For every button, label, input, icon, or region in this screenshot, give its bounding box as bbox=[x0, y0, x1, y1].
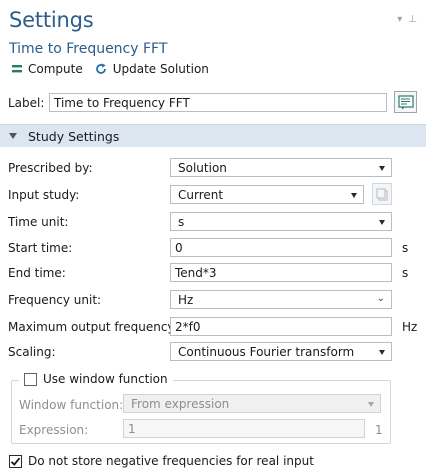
node-subtitle: Time to Frequency FFT bbox=[9, 41, 168, 57]
frequency-unit-select[interactable]: Hz ⌄ bbox=[170, 290, 392, 309]
copy-icon bbox=[376, 188, 388, 200]
end-time-label: End time: bbox=[8, 266, 66, 280]
use-window-function-checkbox-row[interactable]: Use window function bbox=[19, 372, 173, 386]
refresh-icon bbox=[95, 63, 106, 74]
update-solution-label: Update Solution bbox=[112, 62, 209, 76]
frequency-unit-value: Hz bbox=[178, 292, 194, 307]
start-time-label: Start time: bbox=[8, 241, 73, 255]
dropdown-arrow-icon bbox=[368, 402, 374, 407]
start-time-input[interactable]: 0 bbox=[170, 238, 392, 257]
input-study-goto-button[interactable] bbox=[372, 183, 392, 205]
checkmark-icon bbox=[10, 457, 21, 466]
time-unit-select[interactable]: s bbox=[170, 212, 392, 231]
start-time-unit: s bbox=[402, 241, 409, 255]
label-field-label: Label: bbox=[8, 96, 45, 110]
input-study-label: Input study: bbox=[8, 188, 80, 202]
label-input[interactable]: Time to Frequency FFT bbox=[49, 93, 387, 112]
use-window-function-label: Use window function bbox=[43, 372, 168, 386]
expression-label: Expression: bbox=[19, 423, 89, 437]
dropdown-arrow-icon bbox=[379, 350, 385, 355]
prescribed-by-value: Solution bbox=[178, 160, 227, 175]
window-controls: ▾ ⊥ bbox=[397, 14, 417, 25]
prescribed-by-label: Prescribed by: bbox=[8, 161, 93, 175]
compute-button[interactable]: Compute bbox=[12, 62, 83, 76]
negative-frequencies-checkbox[interactable] bbox=[9, 454, 22, 468]
time-unit-label: Time unit: bbox=[8, 215, 69, 229]
negative-frequencies-checkbox-row[interactable]: Do not store negative frequencies for re… bbox=[9, 454, 314, 468]
max-output-frequency-input[interactable]: 2*f0 bbox=[170, 317, 392, 336]
update-solution-button[interactable]: Update Solution bbox=[95, 62, 209, 76]
page-title: Settings bbox=[9, 8, 94, 32]
negative-frequencies-label: Do not store negative frequencies for re… bbox=[28, 454, 314, 468]
collapse-triangle-icon bbox=[9, 133, 17, 139]
input-study-select[interactable]: Current bbox=[170, 185, 364, 204]
window-function-value: From expression bbox=[131, 396, 230, 411]
max-output-frequency-label: Maximum output frequency: bbox=[8, 320, 178, 334]
compute-label: Compute bbox=[28, 62, 83, 76]
toolbar: Compute Update Solution bbox=[12, 62, 209, 76]
section-title: Study Settings bbox=[28, 128, 120, 144]
scaling-select[interactable]: Continuous Fourier transform bbox=[170, 342, 392, 361]
window-function-select[interactable]: From expression bbox=[123, 394, 381, 413]
chevron-down-icon: ⌄ bbox=[376, 293, 385, 304]
dropdown-icon[interactable]: ▾ bbox=[397, 14, 402, 25]
end-time-unit: s bbox=[402, 266, 409, 280]
dropdown-arrow-icon bbox=[351, 193, 357, 198]
end-time-input[interactable]: Tend*3 bbox=[170, 263, 392, 282]
window-function-label: Window function: bbox=[19, 398, 124, 412]
expression-unit: 1 bbox=[375, 423, 383, 437]
time-unit-value: s bbox=[178, 214, 185, 229]
prescribed-by-select[interactable]: Solution bbox=[170, 158, 392, 177]
pin-icon[interactable]: ⊥ bbox=[408, 14, 417, 25]
study-settings-section[interactable]: Study Settings bbox=[0, 124, 426, 147]
scaling-label: Scaling: bbox=[8, 345, 56, 359]
input-study-value: Current bbox=[178, 187, 224, 202]
frequency-unit-label: Frequency unit: bbox=[8, 293, 102, 307]
max-output-frequency-unit: Hz bbox=[402, 320, 418, 334]
equals-icon bbox=[12, 65, 22, 73]
label-edit-button[interactable] bbox=[394, 91, 417, 113]
use-window-function-checkbox[interactable] bbox=[24, 372, 37, 386]
expression-input[interactable]: 1 bbox=[123, 419, 365, 438]
document-edit-icon bbox=[397, 94, 414, 109]
dropdown-arrow-icon bbox=[379, 166, 385, 171]
scaling-value: Continuous Fourier transform bbox=[178, 344, 355, 359]
dropdown-arrow-icon bbox=[379, 220, 385, 225]
